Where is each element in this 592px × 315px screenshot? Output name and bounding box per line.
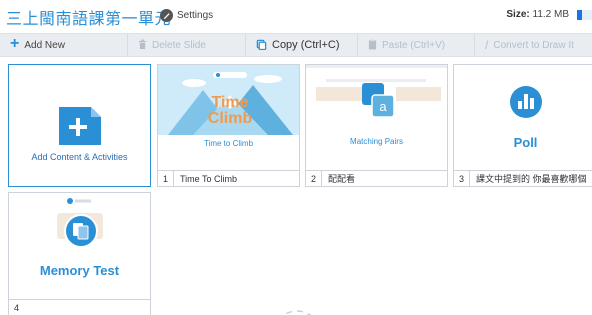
trash-icon — [138, 39, 147, 52]
paste-button[interactable]: Paste (Ctrl+V) — [358, 34, 475, 56]
slide-name: 課文中提到的 你最喜歡哪個 — [476, 174, 587, 184]
header: 三上閩南語課第一單元 Settings Size: 11.2 MB — [0, 0, 592, 32]
slide-name: Time To Climb — [180, 173, 238, 184]
settings-icon — [160, 9, 173, 22]
slide-card-3[interactable]: Poll 3 課文中提到的 你最喜歡哪個 — [453, 64, 592, 187]
slide-caption: Matching Pairs — [350, 137, 403, 146]
svg-text:a: a — [379, 99, 387, 114]
slide-footer: 2 配配看 — [306, 170, 447, 186]
delete-slide-button[interactable]: Delete Slide — [128, 34, 246, 56]
copy-icon — [256, 39, 267, 52]
size-indicator: Size: 11.2 MB — [506, 9, 592, 20]
settings-label: Settings — [177, 10, 214, 21]
clipboard-icon — [368, 39, 377, 52]
svg-text:Climb: Climb — [208, 110, 253, 127]
plus-icon: + — [10, 35, 20, 52]
slide-caption: Memory Test — [39, 263, 120, 278]
convert-to-draw-it-button[interactable]: / Convert to Draw It — [475, 34, 592, 56]
mountain-illustration: Time Climb — [158, 65, 299, 171]
size-progress-fill — [577, 9, 582, 20]
loading-spinner-icon — [282, 310, 312, 315]
poll-icon — [454, 65, 592, 171]
add-content-label: Add Content & Activities — [31, 152, 128, 162]
matching-pairs-illustration: a — [306, 65, 447, 171]
slide-card-1[interactable]: Time Climb Time to Climb 1 Time To Climb — [157, 64, 300, 187]
memory-test-illustration — [9, 193, 150, 297]
copy-button[interactable]: Copy (Ctrl+C) — [246, 34, 358, 56]
delete-slide-label: Delete Slide — [152, 39, 206, 51]
toolbar: + Add New Delete Slide Copy (Ctrl+C) Pas… — [0, 33, 592, 57]
svg-text:Time: Time — [211, 94, 248, 111]
slide-number: 4 — [14, 302, 20, 313]
add-new-label: Add New — [24, 39, 65, 51]
copy-label: Copy (Ctrl+C) — [272, 39, 340, 51]
size-label: Size: — [506, 9, 530, 20]
slide-footer: 4 — [9, 299, 150, 315]
slide-caption: Time to Climb — [203, 139, 254, 148]
slide-thumbnail: Time Climb Time to Climb — [158, 65, 299, 171]
size-value: 11.2 MB — [532, 9, 570, 20]
size-progress-bar — [575, 9, 592, 20]
slide-number: 3 — [459, 173, 465, 184]
slide-name: 配配看 — [328, 174, 356, 184]
slide-caption: Poll — [513, 135, 538, 150]
slide-thumbnail: Memory Test — [9, 193, 150, 297]
slide-thumbnail: Poll — [454, 65, 592, 171]
slide-card-4[interactable]: Memory Test 4 — [8, 192, 151, 315]
slide-footer: 3 課文中提到的 你最喜歡哪個 — [454, 170, 592, 186]
convert-label: Convert to Draw It — [493, 39, 574, 51]
add-content-card[interactable]: Add Content & Activities — [8, 64, 151, 187]
slide-thumbnail: a Matching Pairs — [306, 65, 447, 171]
paste-label: Paste (Ctrl+V) — [382, 39, 446, 51]
slide-footer: 1 Time To Climb — [158, 170, 299, 186]
slide-card-2[interactable]: a Matching Pairs 2 配配看 — [305, 64, 448, 187]
slide-number: 1 — [163, 173, 169, 184]
add-new-button[interactable]: + Add New — [0, 34, 128, 56]
add-document-icon — [59, 107, 101, 145]
pen-icon: / — [485, 38, 489, 52]
slide-number: 2 — [311, 173, 317, 184]
lesson-title[interactable]: 三上閩南語課第一單元 — [6, 5, 171, 29]
settings-button[interactable]: Settings — [160, 9, 213, 22]
